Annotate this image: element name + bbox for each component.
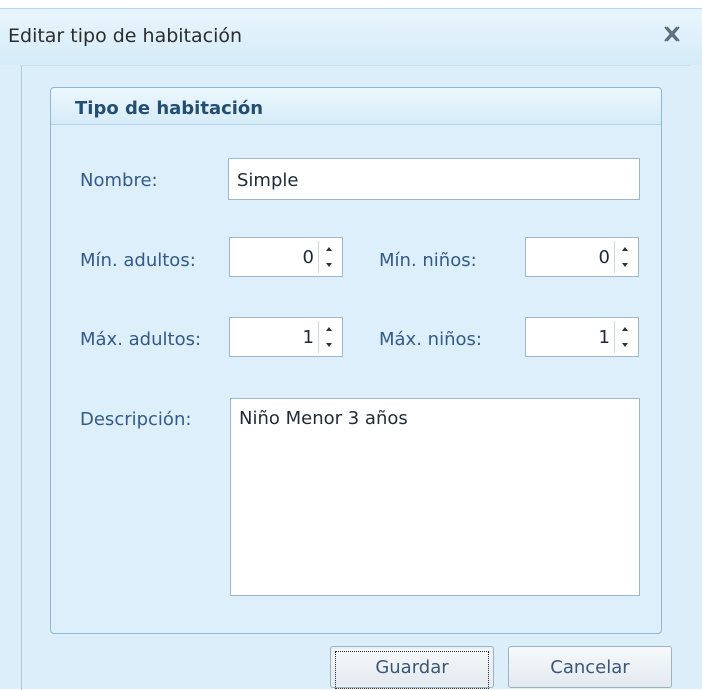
close-icon — [664, 26, 680, 42]
nombre-input[interactable]: Simple — [228, 158, 640, 200]
chevron-up-icon[interactable] — [321, 241, 337, 256]
descripcion-textarea[interactable]: Niño Menor 3 años — [230, 398, 640, 596]
min-adultos-label: Mín. adultos: — [80, 250, 196, 271]
guardar-button[interactable]: Guardar — [330, 646, 494, 689]
max-ninos-label: Máx. niños: — [379, 329, 482, 350]
chevron-up-icon[interactable] — [617, 241, 633, 256]
min-ninos-value: 0 — [598, 247, 610, 268]
descripcion-value: Niño Menor 3 años — [239, 408, 408, 429]
cancelar-label: Cancelar — [550, 657, 630, 678]
chevron-up-icon[interactable] — [321, 321, 337, 336]
max-adultos-label: Máx. adultos: — [80, 329, 202, 350]
chevron-down-icon[interactable] — [617, 337, 633, 352]
max-adultos-value: 1 — [302, 327, 314, 348]
max-ninos-value: 1 — [598, 327, 610, 348]
group-header: Tipo de habitación — [51, 88, 661, 125]
close-button[interactable] — [660, 23, 684, 45]
chevron-down-icon[interactable] — [321, 257, 337, 272]
group-title: Tipo de habitación — [75, 98, 264, 119]
min-ninos-label: Mín. niños: — [379, 250, 477, 271]
min-adultos-value: 0 — [302, 247, 314, 268]
cancelar-button[interactable]: Cancelar — [508, 646, 672, 688]
max-adultos-stepper[interactable]: 1 — [229, 317, 343, 357]
window-title: Editar tipo de habitación — [8, 25, 243, 47]
chevron-down-icon[interactable] — [617, 257, 633, 272]
nombre-label: Nombre: — [80, 170, 158, 191]
chevron-down-icon[interactable] — [321, 337, 337, 352]
chevron-up-icon[interactable] — [617, 321, 633, 336]
descripcion-label: Descripción: — [80, 409, 192, 430]
min-ninos-stepper[interactable]: 0 — [525, 237, 639, 277]
max-ninos-stepper[interactable]: 1 — [525, 317, 639, 357]
title-bar[interactable]: Editar tipo de habitación — [0, 9, 702, 65]
guardar-label: Guardar — [375, 657, 449, 678]
nombre-value: Simple — [237, 170, 299, 191]
min-adultos-stepper[interactable]: 0 — [229, 237, 343, 277]
